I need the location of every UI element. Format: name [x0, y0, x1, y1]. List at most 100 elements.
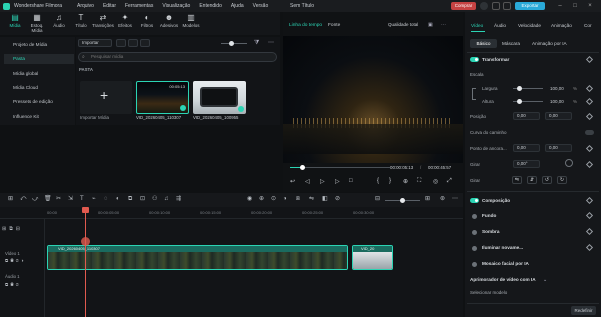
disable-icon[interactable]: ⊘	[335, 196, 340, 203]
zoom-in-icon[interactable]: ⊞	[425, 196, 430, 203]
account-avatar[interactable]	[480, 2, 488, 10]
speed-icon[interactable]: ⌁	[92, 196, 96, 203]
tab-timeline-preview[interactable]: Linha do tempo	[289, 23, 322, 28]
split-icon[interactable]: ✂	[56, 196, 61, 203]
timeline-zoom-handle[interactable]	[400, 198, 405, 203]
toolbar-effects-button[interactable]: ✦ Efeitos	[114, 13, 136, 28]
media-thumbnail-2[interactable]	[193, 81, 246, 114]
snapshot-icon[interactable]: ◎	[433, 178, 438, 185]
import-media-tile[interactable]: +	[80, 81, 132, 114]
import-dropdown[interactable]: Importar	[78, 39, 112, 47]
layout-icon[interactable]	[503, 2, 511, 10]
anchor-x-field[interactable]: 0,00	[513, 144, 540, 152]
rotate-field[interactable]: 0,00°	[513, 160, 540, 168]
transform-toggle[interactable]	[470, 57, 479, 62]
height-value[interactable]: 100,00	[550, 99, 564, 104]
position-x-field[interactable]: 0,00	[513, 112, 540, 120]
fit-icon[interactable]: ⧈	[296, 196, 300, 203]
toolbar-stock-media-button[interactable]: ▦ Estoq. Mídia	[26, 13, 48, 33]
tab-animation[interactable]: Animação	[551, 23, 572, 28]
flip-vertical-icon[interactable]: ⇵	[527, 176, 537, 184]
tab-audio[interactable]: Áudio	[494, 23, 506, 28]
menu-item[interactable]: Versão	[253, 3, 269, 9]
tab-video[interactable]: Vídeo	[471, 23, 483, 28]
new-folder-icon[interactable]	[128, 39, 138, 47]
more-options-icon[interactable]: ⋯	[441, 22, 446, 28]
export-button[interactable]: Exportar	[515, 2, 545, 10]
more-icon[interactable]: ⋯	[268, 40, 274, 46]
split-view-icon[interactable]: ◧	[322, 196, 328, 203]
toolbar-title-button[interactable]: T Título	[70, 13, 92, 28]
mute-icon[interactable]: ◑	[283, 196, 287, 203]
timeline-playhead[interactable]	[85, 208, 86, 317]
quality-dropdown[interactable]: Qualidade total	[388, 22, 418, 27]
prev-frame-icon[interactable]: ↩	[290, 178, 295, 185]
menu-item[interactable]: Ajuda	[231, 3, 244, 9]
stop-icon[interactable]: □	[349, 178, 353, 184]
ripple-icon[interactable]: ⇋	[309, 196, 314, 203]
media-thumbnail-1[interactable]: 00:05:13	[136, 81, 189, 114]
mark-in-icon[interactable]: {	[377, 178, 379, 184]
expand-icon[interactable]: ⤢	[447, 178, 452, 185]
sidebar-item-edit-presets[interactable]: Pressets de edição	[4, 97, 74, 107]
subtab-ai-animation[interactable]: Animação por IA	[532, 41, 567, 46]
preview-playhead[interactable]	[300, 165, 305, 170]
chevron-down-icon[interactable]: ⌄	[543, 277, 547, 283]
sidebar-item-cloud-media[interactable]: Mídia Cloud	[4, 83, 74, 93]
tab-color[interactable]: Cor	[584, 23, 592, 28]
image-icon[interactable]: ▣	[428, 22, 433, 28]
face-mosaic-toggle[interactable]	[472, 262, 477, 267]
background-toggle[interactable]	[472, 214, 477, 219]
sidebar-item-project-media[interactable]: Projeto de Mídia	[4, 40, 74, 50]
copy-icon[interactable]: ⧉	[128, 196, 132, 203]
audio-icon[interactable]: ♫	[164, 196, 169, 203]
audio-track-controls[interactable]: ⧉◉⊘	[5, 282, 21, 287]
fullscreen-icon[interactable]: ⛶	[417, 178, 421, 185]
tab-speed[interactable]: Velocidade	[518, 23, 541, 28]
redo-icon[interactable]: ⤻	[32, 196, 38, 203]
anchor-y-field[interactable]: 0,00	[545, 144, 572, 152]
width-slider-handle[interactable]	[517, 86, 522, 91]
subtab-basic[interactable]: Básico	[470, 39, 497, 48]
record-icon[interactable]: ◉	[247, 196, 252, 203]
menu-item[interactable]: Editar	[103, 3, 116, 9]
delete-icon[interactable]: 🗑	[44, 196, 52, 203]
search-input[interactable]: Pesquisar mídia	[78, 52, 277, 62]
minimize-icon[interactable]: –	[556, 2, 564, 10]
step-back-icon[interactable]: ◁	[305, 178, 310, 185]
toolbar-audio-button[interactable]: ♫ Áudio	[48, 13, 70, 28]
height-slider-handle[interactable]	[517, 99, 522, 104]
step-forward-icon[interactable]: ▷	[335, 178, 340, 185]
grid-view-icon[interactable]	[140, 39, 150, 47]
video-clip-1[interactable]: VID_20260405_110307	[47, 245, 348, 270]
path-curve-toggle[interactable]	[585, 130, 594, 135]
video-clip-2[interactable]: VID_20	[352, 245, 393, 270]
composition-toggle[interactable]	[470, 198, 479, 203]
video-preview[interactable]	[283, 36, 463, 163]
sort-icon[interactable]: ⧩	[254, 40, 260, 46]
crop-icon[interactable]: ⇲	[68, 196, 73, 203]
lock-ratio-icon[interactable]	[472, 88, 476, 100]
menu-item[interactable]: Entendido	[199, 3, 222, 9]
width-value[interactable]: 100,00	[550, 86, 564, 91]
maximize-icon[interactable]: □	[571, 2, 579, 10]
subtab-mask[interactable]: Máscara	[502, 41, 520, 46]
text-icon[interactable]: T	[80, 196, 84, 203]
settings-icon[interactable]: ⊛	[440, 196, 445, 203]
lighting-toggle[interactable]	[472, 246, 477, 251]
position-y-field[interactable]: 0,00	[545, 112, 572, 120]
thumb-size-slider-handle[interactable]	[229, 41, 234, 46]
menu-item[interactable]: Visualização	[162, 3, 190, 9]
snap-icon[interactable]: ⊙	[271, 196, 276, 203]
more-icon[interactable]: ⋯	[452, 196, 458, 203]
rotate-dial[interactable]	[565, 159, 573, 167]
freeze-icon[interactable]: ⊡	[140, 196, 145, 203]
cloud-icon[interactable]	[492, 2, 500, 10]
toolbar-stickers-button[interactable]: ☻ Adesivos	[158, 13, 180, 28]
grid-icon[interactable]: ⊞	[8, 196, 13, 203]
reset-button[interactable]: Redefinir	[571, 306, 596, 315]
zoom-out-icon[interactable]: ⊟	[375, 196, 380, 203]
add-track-icon[interactable]: ⊕	[259, 196, 264, 203]
mark-out-icon[interactable]: }	[389, 178, 391, 184]
video-track-controls[interactable]: ⧉◉⊘◑	[5, 258, 25, 263]
